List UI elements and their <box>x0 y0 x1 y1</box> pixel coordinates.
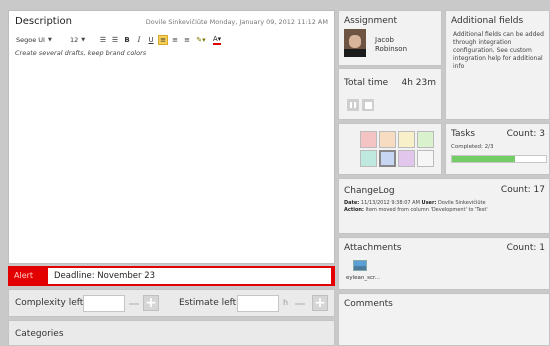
changelog-date-label: Date: <box>344 200 360 206</box>
color-swatch[interactable] <box>417 131 434 148</box>
stop-button[interactable] <box>362 99 374 111</box>
color-swatch[interactable] <box>398 131 415 148</box>
attachments-count: Count: 1 <box>506 243 545 253</box>
changelog-entry-line: Date: 11/13/2012 9:38:07 AM User: Dovile… <box>344 200 486 206</box>
complexity-decrement-button[interactable] <box>129 303 139 305</box>
align-right-icon[interactable]: ≡ <box>182 35 192 45</box>
total-time-title: Total time <box>344 78 389 88</box>
attachments-panel: Attachments Count: 1 eylean_scr... <box>338 237 550 290</box>
bullet-list-icon[interactable]: ☰ <box>98 35 108 45</box>
color-swatch-selected[interactable] <box>379 150 396 167</box>
estimate-increment-button[interactable]: + <box>312 295 328 311</box>
additional-fields-text: Additional fields can be added through i… <box>453 31 544 70</box>
complexity-increment-button[interactable]: + <box>143 295 159 311</box>
color-swatch[interactable] <box>379 131 396 148</box>
changelog-date: 11/13/2012 9:38:07 AM <box>360 200 420 206</box>
font-size-select[interactable]: 12 ▼ <box>68 34 96 46</box>
avatar[interactable] <box>344 29 366 57</box>
color-swatch[interactable] <box>360 150 377 167</box>
description-meta: Dovile Sinkevičiūte Monday, January 09, … <box>145 18 328 26</box>
tasks-progress-fill <box>452 156 515 162</box>
italic-button[interactable]: I <box>134 35 144 45</box>
tasks-completed: Completed: 2/3 <box>451 144 494 150</box>
description-body[interactable]: Create several drafts, keep brand colors <box>15 49 146 57</box>
changelog-count: Count: 17 <box>500 185 545 195</box>
align-center-icon[interactable]: ≡ <box>170 35 180 45</box>
tasks-title: Tasks <box>451 129 476 139</box>
chevron-down-icon: ▼ <box>47 37 52 43</box>
changelog-panel: ChangeLog Count: 17 Date: 11/13/2012 9:3… <box>338 178 550 234</box>
description-panel: Description Dovile Sinkevičiūte Monday, … <box>8 10 335 264</box>
color-swatch[interactable] <box>360 131 377 148</box>
changelog-action-line: Action: Item moved from column 'Developm… <box>344 207 488 213</box>
bold-button[interactable]: B <box>122 35 132 45</box>
formatting-toolbar: Segoe UI ▼ 12 ▼ ☰ ☰ B I U ≡ ≡ ≡ ✎▾ A▾ <box>14 34 224 46</box>
assignee-last-name: Robinson <box>375 45 408 53</box>
attachment-file-name[interactable]: eylean_scr... <box>346 275 380 281</box>
changelog-title: ChangeLog <box>344 186 395 196</box>
tasks-progress-bar <box>451 155 547 163</box>
highlight-color-icon[interactable]: ✎▾ <box>194 35 208 45</box>
assignee-name[interactable]: Jacob Robinson <box>375 36 407 54</box>
font-family-select[interactable]: Segoe UI ▼ <box>14 34 66 46</box>
estimates-row: Complexity left: + Estimate left: h + <box>8 289 335 317</box>
changelog-user: Dovile Sinkevičiūte <box>438 200 486 206</box>
comments-panel[interactable]: Comments <box>338 293 550 346</box>
assignee-first-name: Jacob <box>375 36 394 44</box>
estimate-unit: h <box>283 298 289 307</box>
assignment-title: Assignment <box>344 16 397 26</box>
font-color-icon[interactable]: A▾ <box>210 35 224 45</box>
color-swatch[interactable] <box>417 150 434 167</box>
total-time-value: 4h 23m <box>401 78 436 88</box>
font-family-value: Segoe UI <box>16 36 45 44</box>
align-left-icon[interactable]: ≡ <box>158 35 168 45</box>
tasks-count: Count: 3 <box>506 129 545 139</box>
categories-title: Categories <box>15 329 64 339</box>
comments-title: Comments <box>344 299 393 309</box>
task-card-editor: Description Dovile Sinkevičiūte Monday, … <box>0 0 550 346</box>
additional-fields-panel: Additional fields Additional fields can … <box>445 10 550 120</box>
categories-panel[interactable]: Categories <box>8 320 335 346</box>
changelog-action: Item moved from column 'Development' to … <box>365 207 488 213</box>
total-time-panel: Total time 4h 23m <box>338 68 442 120</box>
description-title: Description <box>15 16 72 27</box>
color-picker-panel <box>338 123 442 175</box>
complexity-left-label: Complexity left: <box>15 298 87 308</box>
font-size-value: 12 <box>70 36 79 44</box>
alert-label: Alert <box>14 271 34 280</box>
description-header: Description Dovile Sinkevičiūte Monday, … <box>15 16 328 30</box>
changelog-action-label: Action: <box>344 207 364 213</box>
changelog-user-label: User: <box>421 200 437 206</box>
underline-button[interactable]: U <box>146 35 156 45</box>
additional-fields-title: Additional fields <box>451 16 524 26</box>
alert-bar: Alert Deadline: November 23 <box>8 266 335 286</box>
color-swatch[interactable] <box>398 150 415 167</box>
attachments-title: Attachments <box>344 243 402 253</box>
estimate-left-input[interactable] <box>237 295 279 312</box>
chevron-down-icon: ▼ <box>81 37 86 43</box>
numbered-list-icon[interactable]: ☰ <box>110 35 120 45</box>
assignment-panel: Assignment Jacob Robinson <box>338 10 442 66</box>
alert-input[interactable]: Deadline: November 23 <box>48 268 331 284</box>
image-file-icon[interactable] <box>353 260 367 271</box>
estimate-left-label: Estimate left: <box>179 298 240 308</box>
estimate-decrement-button[interactable] <box>295 303 305 305</box>
tasks-panel: Tasks Count: 3 Completed: 2/3 <box>445 123 550 175</box>
complexity-left-input[interactable] <box>83 295 125 312</box>
pause-button[interactable] <box>347 99 359 111</box>
